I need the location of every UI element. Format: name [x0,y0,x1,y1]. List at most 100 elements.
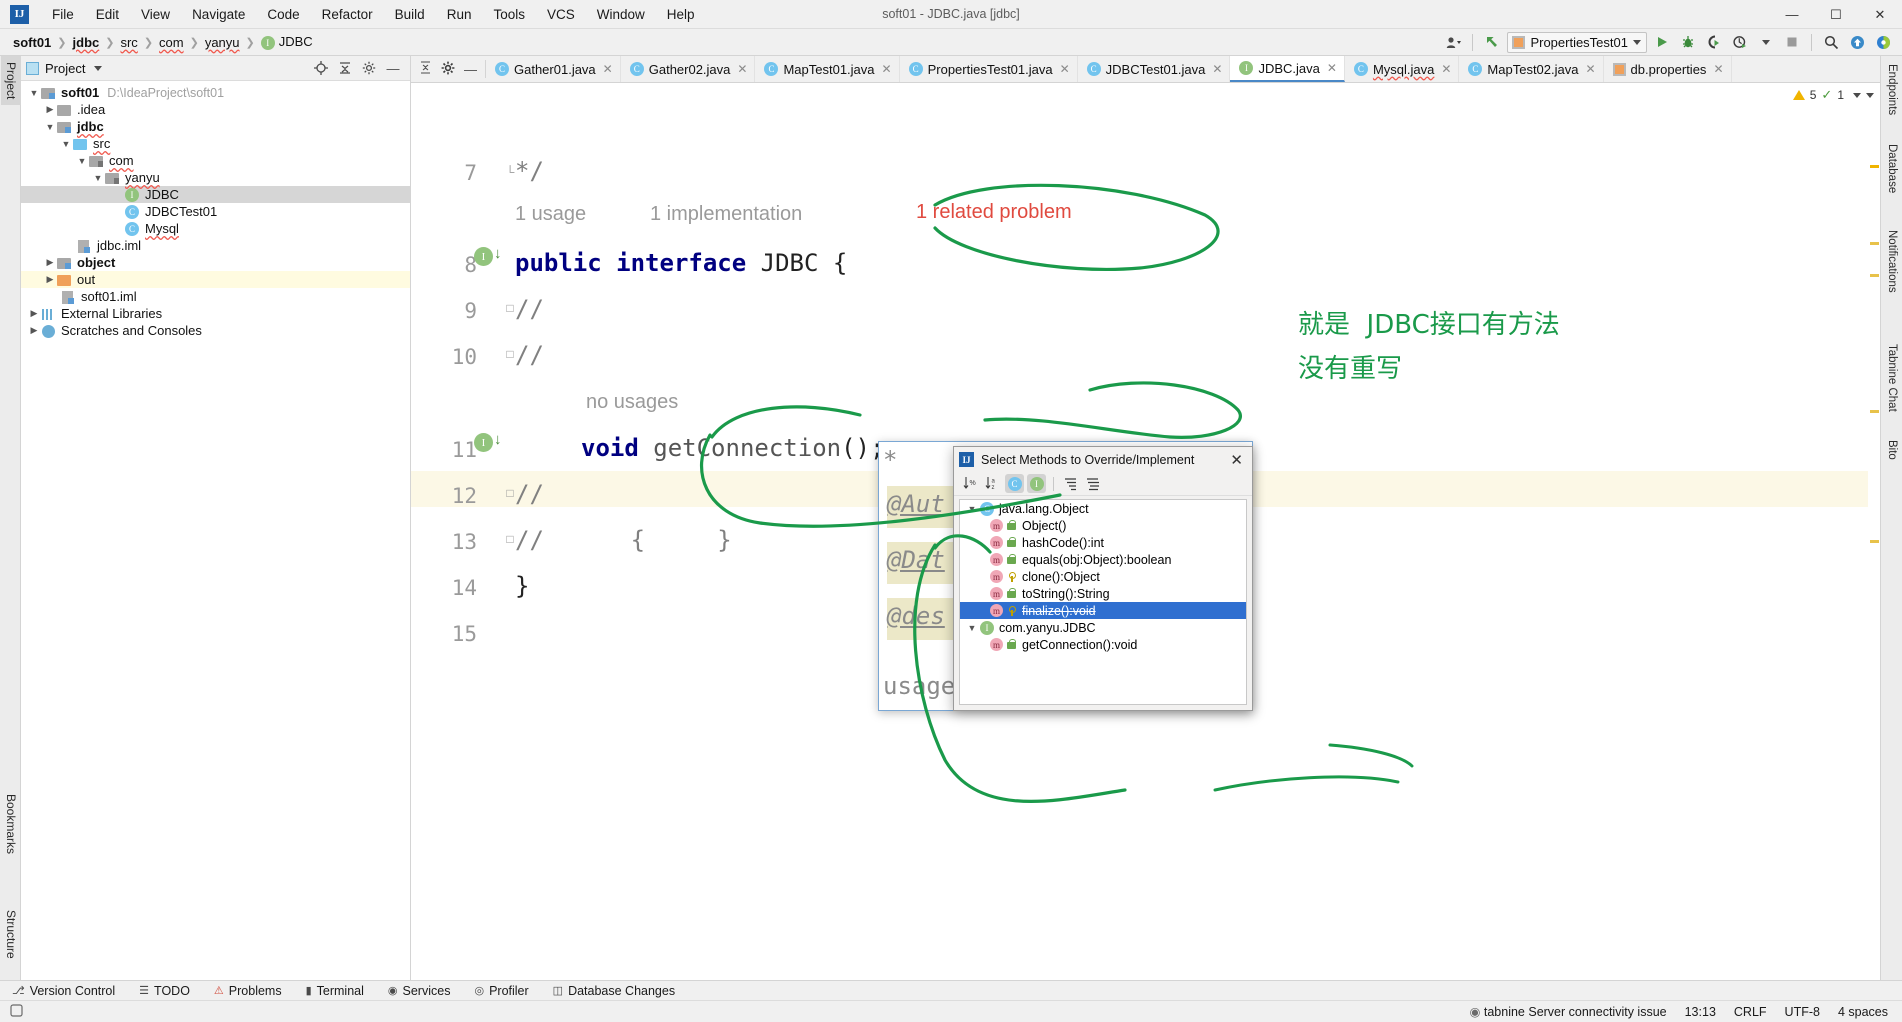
tree-row-src[interactable]: ▼ src [21,135,410,152]
tree-row-object[interactable]: ▶ object [21,254,410,271]
editor-tab-jdbc[interactable]: I JDBC.java ✕ [1230,56,1345,82]
editor-tab-maptest02[interactable]: C MapTest02.java ✕ [1459,56,1604,82]
methods-tree[interactable]: ▼ C java.lang.Object m Object() m hashCo… [959,499,1247,705]
implemented-interface-gutter-icon[interactable]: I [474,247,493,266]
close-icon[interactable]: ✕ [1226,451,1247,469]
search-icon[interactable] [1820,32,1842,53]
implementation-hint-line8[interactable]: 1 implementation [650,203,802,226]
close-icon[interactable]: ✕ [1585,62,1595,76]
indent-setting[interactable]: 4 spaces [1838,1005,1888,1019]
breadcrumb-jdbc-class[interactable]: I JDBC [257,33,317,51]
close-icon[interactable]: ✕ [882,62,892,76]
usage-hint-line8[interactable]: 1 usage [515,203,586,226]
tree-row-getconnection[interactable]: m getConnection():void [960,636,1246,653]
debug-button[interactable] [1677,32,1699,53]
chevron-right-icon[interactable]: ▶ [27,308,41,319]
tree-row-idea[interactable]: ▶ .idea [21,101,410,118]
tabnine-status[interactable]: ◉ tabnine Server connectivity issue [1469,1004,1666,1019]
menu-item-window[interactable]: Window [586,4,656,25]
close-icon[interactable]: ✕ [1327,61,1337,75]
close-button[interactable]: ✕ [1858,0,1902,29]
sidebar-item-database[interactable]: Database [1883,138,1901,199]
marker-warning[interactable] [1870,242,1879,245]
git-icon[interactable] [10,1003,23,1020]
tree-row-mysql[interactable]: C Mysql [21,220,410,237]
no-usages-hint-line11[interactable]: no usages [586,391,678,414]
caret-position[interactable]: 13:13 [1685,1005,1716,1019]
menu-item-navigate[interactable]: Navigate [181,4,256,25]
chevron-down-icon[interactable]: ▼ [964,504,980,514]
menu-item-vcs[interactable]: VCS [536,4,586,25]
tree-row-jdbc-interface[interactable]: I JDBC [21,186,410,203]
menu-item-file[interactable]: File [41,4,85,25]
menu-item-help[interactable]: Help [656,4,706,25]
tree-row-jdbctest01[interactable]: C JDBCTest01 [21,203,410,220]
updates-icon[interactable] [1846,32,1868,53]
collapse-all-icon[interactable] [337,60,353,76]
tree-row-com-yanyu-jdbc[interactable]: ▼ I com.yanyu.JDBC [960,619,1246,636]
editor-tab-propertiestest01[interactable]: C PropertiesTest01.java ✕ [900,56,1078,82]
chevron-up-icon[interactable] [1853,92,1861,98]
editor-tab-mysql[interactable]: C Mysql.java ✕ [1345,56,1460,82]
menu-item-run[interactable]: Run [436,4,483,25]
editor-tab-gather02[interactable]: C Gather02.java ✕ [621,56,756,82]
related-problem-hint-line8[interactable]: 1 related problem [916,201,1072,224]
implemented-method-gutter-icon[interactable]: I [474,433,493,452]
tree-row-equals[interactable]: m equals(obj:Object):boolean [960,551,1246,568]
close-icon[interactable]: ✕ [1060,62,1070,76]
sidebar-item-notifications[interactable]: Notifications [1883,224,1901,299]
sidebar-item-bito[interactable]: Bito [1883,434,1901,466]
tree-row-out[interactable]: ▶ out [21,271,410,288]
close-icon[interactable]: ✕ [1212,62,1222,76]
tree-row-hashcode[interactable]: m hashCode():int [960,534,1246,551]
editor-marker-bar[interactable] [1868,110,1880,980]
file-encoding[interactable]: UTF-8 [1785,1005,1820,1019]
run-with-coverage-button[interactable] [1703,32,1725,53]
breadcrumb-com[interactable]: com [155,34,188,51]
sidebar-item-structure[interactable]: Structure [1,904,21,965]
bottom-item-services[interactable]: ◉ Services [376,984,463,998]
marker-warning[interactable] [1870,165,1879,168]
chevron-down-icon[interactable]: ▼ [75,156,89,166]
user-icon[interactable] [1442,32,1464,53]
chevron-down-icon[interactable]: ▼ [59,139,73,149]
menu-item-edit[interactable]: Edit [85,4,130,25]
chevron-right-icon[interactable]: ▶ [43,274,57,285]
menu-item-code[interactable]: Code [256,4,310,25]
menu-item-build[interactable]: Build [384,4,436,25]
implementation-arrow-icon[interactable]: ↓ [494,431,502,448]
run-button[interactable] [1651,32,1673,53]
expand-all-icon[interactable] [1061,474,1080,493]
breadcrumb-src[interactable]: src [116,34,141,51]
maximize-button[interactable]: ☐ [1814,0,1858,29]
editor-tab-jdbctest01[interactable]: C JDBCTest01.java ✕ [1078,56,1231,82]
sidebar-item-tabnine-chat[interactable]: Tabnine Chat [1883,338,1901,418]
close-icon[interactable]: ✕ [1441,62,1451,76]
close-icon[interactable]: ✕ [1713,62,1723,76]
marker-warning[interactable] [1870,274,1879,277]
chevron-down-icon[interactable]: ▼ [43,122,57,132]
menu-item-view[interactable]: View [130,4,181,25]
editor-tab-db-properties[interactable]: db.properties ✕ [1604,56,1732,82]
close-icon[interactable]: ✕ [603,62,613,76]
stop-button[interactable] [1781,32,1803,53]
tree-row-object-ctor[interactable]: m Object() [960,517,1246,534]
hide-panel-icon[interactable]: — [385,60,401,76]
breadcrumb-yanyu[interactable]: yanyu [201,34,244,51]
chevron-down-icon[interactable] [1866,92,1874,98]
bottom-item-problems[interactable]: ⚠ Problems [202,984,294,998]
bottom-item-terminal[interactable]: ▮ Terminal [294,984,376,998]
bottom-item-version-control[interactable]: ⎇ Version Control [0,984,127,998]
sidebar-item-project[interactable]: Project [1,56,21,106]
plugin-icon[interactable] [1872,32,1894,53]
tree-row-jdbc[interactable]: ▼ jdbc [21,118,410,135]
editor-tab-gather01[interactable]: C Gather01.java ✕ [486,56,621,82]
settings-gear-icon[interactable] [441,61,455,78]
tree-row-yanyu[interactable]: ▼ yanyu [21,169,410,186]
select-methods-dialog[interactable]: IJ Select Methods to Override/Implement … [953,446,1253,711]
chevron-right-icon[interactable]: ▶ [27,325,41,336]
inspection-widget[interactable]: 5 ✓ 1 [1792,87,1874,103]
show-interfaces-icon[interactable]: I [1027,474,1046,493]
close-icon[interactable]: ✕ [737,62,747,76]
run-configuration-selector[interactable]: PropertiesTest01 [1507,31,1647,53]
